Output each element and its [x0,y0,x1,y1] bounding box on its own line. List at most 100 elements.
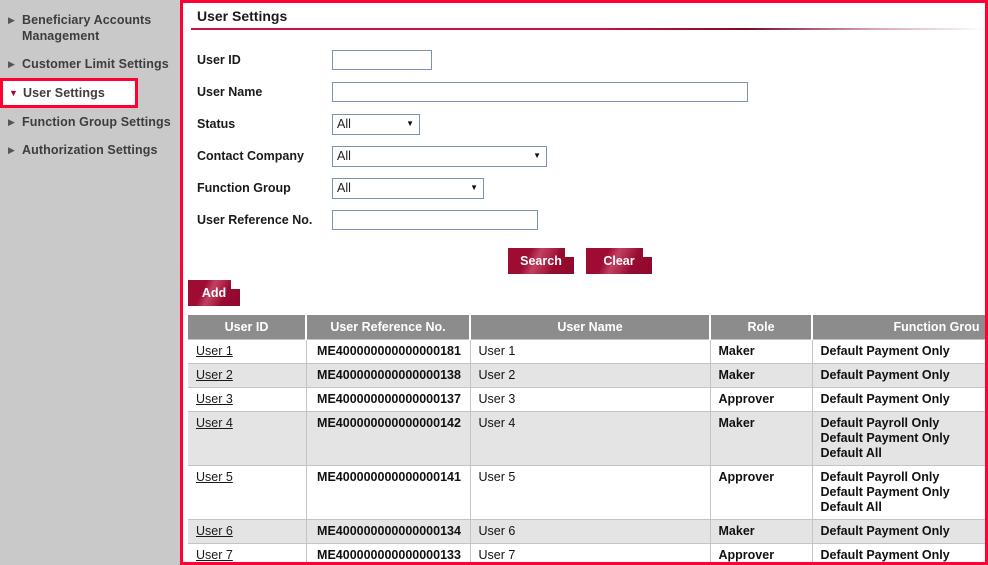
cell-user-name: User 1 [470,338,711,363]
cell-role: Maker [710,362,813,387]
user-id-link[interactable]: User 7 [196,548,233,562]
table-body: User 1 ME400000000000000181 User 1 Maker Def… [188,338,985,562]
function-group-entry: Default Payroll Only [820,469,940,484]
sidebar-item-user-settings[interactable]: ▼ User Settings [0,78,138,108]
column-header-user-name[interactable]: User Name [470,315,711,339]
cell-role: Approver [710,542,813,562]
user-name-input[interactable] [332,82,748,102]
function-group-label: Function Group [197,181,291,195]
cell-role: Approver [710,464,813,519]
cell-user-reference-no: ME400000000000000138 [306,362,471,387]
user-id-link[interactable]: User 6 [196,524,233,538]
form-row-contact-company: Contact Company All ▼ [197,140,985,172]
sidebar-item-label: Customer Limit Settings [22,57,169,71]
app-root: ▶ Beneficiary Accounts Management ▶ Cust… [0,0,988,565]
cell-user-name: User 5 [470,464,711,519]
table-row: User 3 ME400000000000000137 User 3 Approver… [188,386,985,411]
cell-role: Maker [710,338,813,363]
function-group-entry: Default Payment Only [820,484,950,499]
table-row: User 7 ME400000000000000133 User 7 Approver… [188,542,985,562]
clear-button[interactable]: Clear [586,248,652,274]
add-button-wrap: Add [188,280,240,306]
chevron-down-icon: ▼ [470,183,478,192]
cell-user-reference-no: ME400000000000000141 [306,464,471,519]
cell-user-id: User 3 [188,386,307,411]
table-row: User 6 ME400000000000000134 User 6 Maker Def… [188,518,985,543]
add-button[interactable]: Add [188,280,240,306]
cell-role: Maker [710,410,813,465]
cell-user-name: User 4 [470,410,711,465]
search-form: User ID User Name Status All ▼ Contact C… [183,30,985,236]
function-group-entry: Default Payroll Only [820,415,940,430]
cell-user-reference-no: ME400000000000000181 [306,338,471,363]
function-group-entry: Default Payment Only [820,391,950,406]
column-header-role[interactable]: Role [710,315,813,339]
cell-role: Maker [710,518,813,543]
function-group-entry: Default Payment Only [820,343,950,358]
column-header-user-id[interactable]: User ID [188,315,307,339]
sidebar-item-beneficiary-accounts-management[interactable]: ▶ Beneficiary Accounts Management [0,6,180,50]
table-row: User 4 ME400000000000000142 User 4 Maker Def… [188,410,985,465]
collapsed-arrow-icon: ▶ [8,145,15,155]
sidebar-item-function-group-settings[interactable]: ▶ Function Group Settings [0,108,180,136]
page-title: User Settings [197,8,288,24]
form-row-user-id: User ID [197,44,985,76]
user-id-link[interactable]: User 3 [196,392,233,406]
function-group-entry: Default Payment Only [820,430,950,445]
function-group-select[interactable]: All ▼ [332,177,484,199]
sidebar-item-label: User Settings [23,86,105,100]
function-group-entry: Default Payment Only [820,547,950,562]
status-select-value: All [337,117,351,131]
cell-user-reference-no: ME400000000000000142 [306,410,471,465]
sidebar-item-customer-limit-settings[interactable]: ▶ Customer Limit Settings [0,50,180,78]
chevron-down-icon: ▼ [533,151,541,160]
cell-user-name: User 7 [470,542,711,562]
cell-function-group: Default Payment Only [812,386,985,411]
cell-user-name: User 3 [470,386,711,411]
search-button-wrap: Search [508,248,574,274]
sidebar-item-authorization-settings[interactable]: ▶ Authorization Settings [0,136,180,164]
contact-company-label: Contact Company [197,149,304,163]
user-reference-no-input[interactable] [332,210,538,230]
cell-user-reference-no: ME400000000000000133 [306,542,471,562]
user-id-link[interactable]: User 2 [196,368,233,382]
user-id-link[interactable]: User 4 [196,416,233,430]
user-id-link[interactable]: User 5 [196,470,233,484]
cell-function-group: Default Payroll Only Default Payment Only… [812,410,985,465]
form-row-status: Status All ▼ [197,108,985,140]
user-id-input[interactable] [332,50,432,70]
table-header-row: User ID User Reference No. User Name Rol… [188,315,985,339]
function-group-entry: Default Payment Only [820,523,950,538]
status-select[interactable]: All ▼ [332,113,420,135]
column-header-function-group[interactable]: Function Grou [812,315,985,339]
cell-user-id: User 7 [188,542,307,562]
clear-button-wrap: Clear [586,248,652,274]
cell-user-id: User 4 [188,410,307,465]
cell-user-id: User 6 [188,518,307,543]
main-content-wrapper: User Settings User ID User Name Status A… [180,0,988,565]
function-group-entry: Default All [820,445,882,460]
sidebar-item-label: Beneficiary Accounts Management [22,13,152,43]
user-results-table: User ID User Reference No. User Name Rol… [188,315,985,562]
status-label: Status [197,117,236,131]
table-row: User 1 ME400000000000000181 User 1 Maker Def… [188,338,985,363]
user-id-link[interactable]: User 1 [196,344,233,358]
cell-function-group: Default Payment Only [812,362,985,387]
sidebar-item-label: Function Group Settings [22,115,171,129]
function-group-entry: Default Payment Only [820,367,950,382]
user-id-label: User ID [197,53,241,67]
collapsed-arrow-icon: ▶ [8,15,15,25]
search-button[interactable]: Search [508,248,574,274]
cell-user-name: User 6 [470,518,711,543]
collapsed-arrow-icon: ▶ [8,117,15,127]
table-actions: Add [183,274,985,306]
cell-user-id: User 5 [188,464,307,519]
column-header-user-reference-no[interactable]: User Reference No. [306,315,471,339]
cell-user-name: User 2 [470,362,711,387]
cell-user-id: User 2 [188,362,307,387]
cell-function-group: Default Payment Only [812,518,985,543]
function-group-entry: Default All [820,499,882,514]
form-row-user-reference-no: User Reference No. [197,204,985,236]
contact-company-select[interactable]: All ▼ [332,145,547,167]
contact-company-select-value: All [337,149,351,163]
